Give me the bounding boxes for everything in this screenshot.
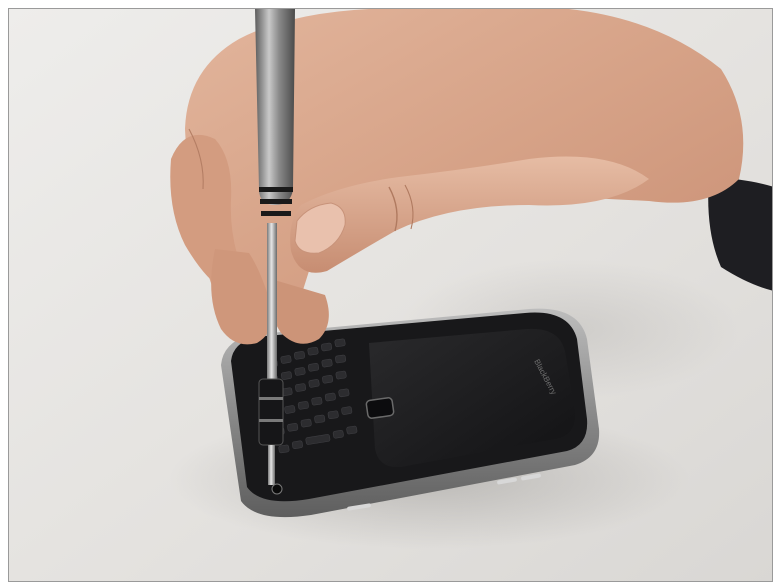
screwdriver-band [261, 211, 291, 216]
screwdriver-collar [258, 378, 284, 446]
image-frame: BlackBerry [0, 0, 775, 586]
phone-screw [271, 483, 283, 495]
screwdriver-collar-ring [259, 419, 283, 422]
screwdriver-collar-ring [259, 397, 283, 400]
screwdriver-shaft [267, 223, 277, 393]
screwdriver-band [259, 187, 293, 192]
photo: BlackBerry [8, 8, 773, 582]
phone-trackpad [365, 397, 395, 419]
screwdriver-band [260, 199, 292, 204]
photo-scene: BlackBerry [9, 9, 772, 581]
screwdriver-tip [268, 445, 275, 485]
screwdriver-handle [255, 9, 295, 205]
